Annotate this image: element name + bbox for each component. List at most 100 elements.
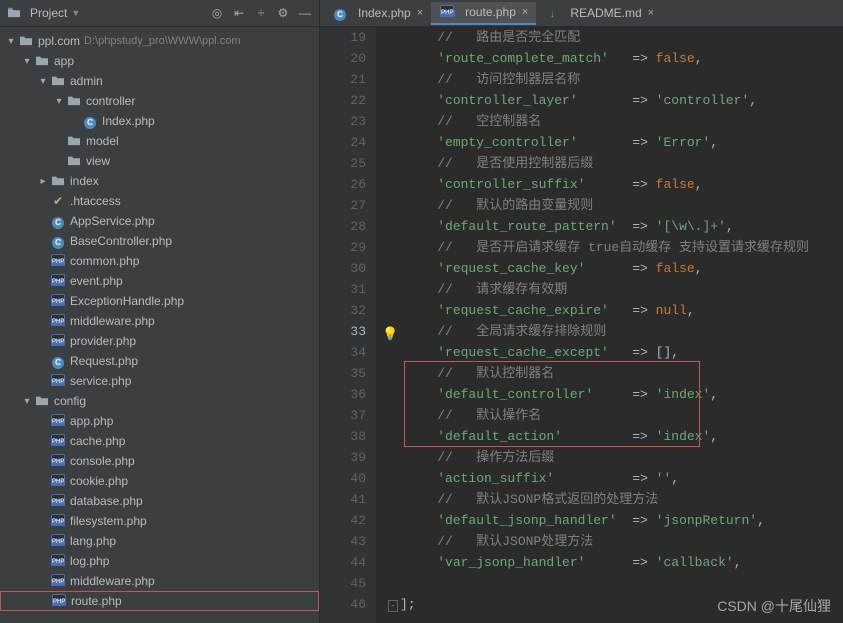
tree-item-database-php[interactable]: database.php <box>0 491 319 511</box>
collapse-icon[interactable]: ⇤ <box>231 5 247 21</box>
tree-item-cache-php[interactable]: cache.php <box>0 431 319 451</box>
file-icon <box>50 574 66 589</box>
code-line[interactable]: // 全局请求缓存排除规则 <box>406 321 843 342</box>
code-line[interactable]: -]; <box>388 594 843 615</box>
minus-icon[interactable]: — <box>297 5 313 21</box>
tree-item-ppl-com[interactable]: ppl.com D:\phpstudy_pro\WWW\ppl.com <box>0 31 319 51</box>
tree-item-lang-php[interactable]: lang.php <box>0 531 319 551</box>
tree-item-app[interactable]: app <box>0 51 319 71</box>
gear-icon[interactable]: ⚙ <box>275 5 291 21</box>
code-content[interactable]: 💡 // 路由是否完全匹配 'route_complete_match' => … <box>376 27 843 623</box>
tree-item-config[interactable]: config <box>0 391 319 411</box>
code-line[interactable]: 'default_controller' => 'index', <box>406 384 843 405</box>
file-icon: C <box>332 6 348 21</box>
tree-arrow-icon[interactable] <box>20 56 34 67</box>
line-number: 33 <box>320 321 366 342</box>
project-tree[interactable]: ppl.com D:\phpstudy_pro\WWW\ppl.comapp adm… <box>0 27 319 623</box>
code-line[interactable]: 'controller_layer' => 'controller', <box>406 90 843 111</box>
tree-item-label: middleware.php <box>70 314 155 328</box>
sidebar-title[interactable]: Project ▼ <box>6 6 209 21</box>
code-line[interactable]: // 默认JSONP处理方法 <box>406 531 843 552</box>
divide-icon[interactable]: ÷ <box>253 5 269 21</box>
tree-item-provider-php[interactable]: provider.php <box>0 331 319 351</box>
tree-item-controller[interactable]: controller <box>0 91 319 111</box>
tree-item-AppService-php[interactable]: CAppService.php <box>0 211 319 231</box>
tree-item-admin[interactable]: admin <box>0 71 319 91</box>
tree-item-filesystem-php[interactable]: filesystem.php <box>0 511 319 531</box>
tree-item-Index-php[interactable]: CIndex.php <box>0 111 319 131</box>
code-line[interactable]: 'empty_controller' => 'Error', <box>406 132 843 153</box>
file-icon: C <box>82 114 98 129</box>
tree-item-service-php[interactable]: service.php <box>0 371 319 391</box>
tree-item-log-php[interactable]: log.php <box>0 551 319 571</box>
code-line[interactable] <box>406 615 843 623</box>
code-line[interactable]: // 是否开启请求缓存 true自动缓存 支持设置请求缓存规则 <box>406 237 843 258</box>
code-line[interactable]: 'request_cache_key' => false, <box>406 258 843 279</box>
line-number: 31 <box>320 279 366 300</box>
code-line[interactable]: // 默认控制器名 <box>406 363 843 384</box>
code-line[interactable]: // 是否使用控制器后缀 <box>406 153 843 174</box>
tree-item-middleware-php[interactable]: middleware.php <box>0 571 319 591</box>
tree-arrow-icon[interactable] <box>4 36 18 47</box>
code-line[interactable]: // 访问控制器层名称 <box>406 69 843 90</box>
code-line[interactable]: 'controller_suffix' => false, <box>406 174 843 195</box>
tree-item--htaccess[interactable]: ✔.htaccess <box>0 191 319 211</box>
code-line[interactable]: 'default_action' => 'index', <box>406 426 843 447</box>
tree-item-common-php[interactable]: common.php <box>0 251 319 271</box>
code-line[interactable]: 'var_jsonp_handler' => 'callback', <box>406 552 843 573</box>
code-line[interactable]: 'action_suffix' => '', <box>406 468 843 489</box>
tree-item-label: AppService.php <box>70 214 155 228</box>
tree-item-event-php[interactable]: event.php <box>0 271 319 291</box>
code-line[interactable]: // 空控制器名 <box>406 111 843 132</box>
tree-item-BaseController-php[interactable]: CBaseController.php <box>0 231 319 251</box>
code-line[interactable] <box>406 573 843 594</box>
close-icon[interactable]: × <box>648 7 654 19</box>
tree-arrow-icon[interactable] <box>20 396 34 407</box>
tree-item-cookie-php[interactable]: cookie.php <box>0 471 319 491</box>
lightbulb-icon[interactable]: 💡 <box>382 324 398 345</box>
sidebar-title-label: Project <box>30 6 67 20</box>
file-icon <box>66 154 82 169</box>
tree-item-view[interactable]: view <box>0 151 319 171</box>
tree-item-index[interactable]: index <box>0 171 319 191</box>
tree-item-label: provider.php <box>70 334 136 348</box>
tab-route-php[interactable]: route.php× <box>431 2 536 25</box>
code-line[interactable]: // 默认的路由变量规则 <box>406 195 843 216</box>
file-icon <box>50 454 66 469</box>
code-line[interactable]: // 默认JSONP格式返回的处理方法 <box>406 489 843 510</box>
tree-arrow-icon[interactable] <box>36 176 50 187</box>
code-line[interactable]: // 操作方法后缀 <box>406 447 843 468</box>
close-icon[interactable]: × <box>417 7 423 19</box>
tree-item-route-php[interactable]: route.php <box>0 591 319 611</box>
code-line[interactable]: // 路由是否完全匹配 <box>406 27 843 48</box>
code-line[interactable]: 'default_jsonp_handler' => 'jsonpReturn'… <box>406 510 843 531</box>
tree-item-console-php[interactable]: console.php <box>0 451 319 471</box>
code-line[interactable]: // 请求缓存有效期 <box>406 279 843 300</box>
tree-item-path: D:\phpstudy_pro\WWW\ppl.com <box>84 35 241 47</box>
file-icon <box>34 54 50 69</box>
code-line[interactable]: 'default_route_pattern' => '[\w\.]+', <box>406 216 843 237</box>
tab-label: Index.php <box>358 6 411 20</box>
tree-item-Request-php[interactable]: CRequest.php <box>0 351 319 371</box>
code-line[interactable]: 'request_cache_expire' => null, <box>406 300 843 321</box>
line-number: 28 <box>320 216 366 237</box>
tree-item-middleware-php[interactable]: middleware.php <box>0 311 319 331</box>
target-icon[interactable]: ◎ <box>209 5 225 21</box>
tree-arrow-icon[interactable] <box>36 76 50 87</box>
tree-item-label: app <box>54 54 74 68</box>
file-icon <box>18 34 34 49</box>
tree-item-label: ppl.com <box>38 34 80 48</box>
tree-item-ExceptionHandle-php[interactable]: ExceptionHandle.php <box>0 291 319 311</box>
tree-item-label: console.php <box>70 454 135 468</box>
file-icon <box>50 74 66 89</box>
file-icon <box>50 514 66 529</box>
code-line[interactable]: 'route_complete_match' => false, <box>406 48 843 69</box>
code-line[interactable]: 'request_cache_except' => [], <box>406 342 843 363</box>
tree-item-app-php[interactable]: app.php <box>0 411 319 431</box>
tree-item-model[interactable]: model <box>0 131 319 151</box>
code-line[interactable]: // 默认操作名 <box>406 405 843 426</box>
tree-arrow-icon[interactable] <box>52 96 66 107</box>
tab-Index-php[interactable]: C Index.php × <box>324 2 431 25</box>
tab-README-md[interactable]: ↓README.md× <box>536 2 662 25</box>
close-icon[interactable]: × <box>522 6 528 18</box>
